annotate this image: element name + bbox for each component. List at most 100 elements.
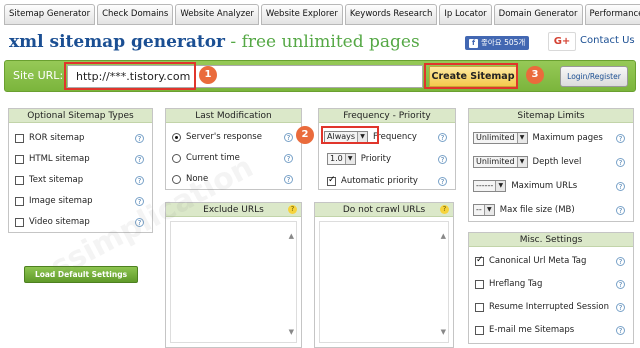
tab-website-explorer[interactable]: Website Explorer	[260, 4, 343, 25]
option-email-sitemaps[interactable]: E-mail me Sitemaps ?	[475, 323, 629, 337]
radio-label: None	[186, 174, 209, 184]
depth-level-select[interactable]: Unlimited ▼	[473, 156, 528, 168]
checkbox-icon[interactable]	[15, 196, 24, 206]
help-icon[interactable]: ?	[616, 133, 625, 143]
option-label: E-mail me Sitemaps	[489, 325, 575, 335]
title-free: free unlimited pages	[241, 32, 420, 52]
help-icon[interactable]: ?	[135, 175, 144, 185]
option-canonical-url[interactable]: Canonical Url Meta Tag ?	[475, 254, 629, 268]
checkbox-icon[interactable]	[475, 255, 484, 266]
scroll-up-icon[interactable]: ▲	[441, 232, 446, 240]
do-not-crawl-label: Do not crawl URLs	[342, 205, 426, 215]
limit-label: Depth level	[532, 157, 582, 167]
google-plus-button[interactable]: G+	[548, 32, 576, 51]
radio-icon[interactable]	[172, 174, 181, 184]
checkbox-icon[interactable]	[15, 154, 24, 164]
automatic-priority-option[interactable]: Automatic priority ?	[327, 174, 451, 188]
checkbox-icon[interactable]	[475, 325, 484, 335]
help-icon[interactable]: ?	[284, 153, 293, 163]
priority-select[interactable]: 1.0 ▼	[327, 153, 356, 165]
checkbox-icon[interactable]	[475, 302, 484, 312]
radio-icon[interactable]	[172, 153, 181, 163]
option-hreflang-tag[interactable]: Hreflang Tag ?	[475, 277, 629, 291]
chevron-down-icon: ▼	[516, 133, 527, 143]
help-icon[interactable]: ?	[616, 157, 625, 167]
help-icon[interactable]: ?	[616, 302, 625, 312]
facebook-like-button[interactable]: f 좋아요 505개	[465, 36, 530, 50]
radio-servers-response[interactable]: Server's response ?	[172, 130, 297, 144]
help-icon[interactable]: ?	[616, 205, 625, 215]
tab-domain-generator[interactable]: Domain Generator	[493, 4, 583, 25]
tab-keywords-research[interactable]: Keywords Research	[344, 4, 438, 25]
login-register-button[interactable]: Login/Register	[560, 66, 628, 87]
radio-icon[interactable]	[172, 132, 181, 142]
last-modification-panel: Last Modification Server's response ? Cu…	[165, 108, 302, 190]
load-default-settings-button[interactable]: Load Default Settings	[24, 266, 138, 283]
option-label: Text sitemap	[29, 175, 84, 185]
facebook-icon: f	[469, 38, 478, 48]
help-icon[interactable]: ?	[616, 256, 625, 266]
tab-check-domains[interactable]: Check Domains	[97, 4, 174, 25]
automatic-priority-label: Automatic priority	[341, 176, 418, 186]
checkbox-icon[interactable]	[475, 279, 484, 289]
contact-us-link[interactable]: Contact Us	[580, 35, 635, 46]
help-icon[interactable]: ?	[135, 217, 144, 227]
misc-settings-panel: Misc. Settings Canonical Url Meta Tag ? …	[468, 232, 634, 344]
checkbox-icon[interactable]	[327, 175, 336, 186]
help-icon[interactable]: ?	[135, 133, 144, 143]
help-icon[interactable]: ?	[135, 196, 144, 206]
option-ror-sitemap[interactable]: ROR sitemap ?	[15, 131, 148, 145]
option-label: HTML sitemap	[29, 154, 90, 164]
select-value: ------	[476, 181, 494, 190]
priority-row: 1.0 ▼ Priority ?	[327, 152, 451, 166]
checkbox-icon[interactable]	[15, 175, 24, 185]
chevron-down-icon: ▼	[483, 205, 494, 215]
facebook-like-label: 좋아요 505개	[481, 38, 526, 47]
annotation-box-url	[64, 62, 196, 90]
option-label: Video sitemap	[29, 217, 90, 227]
annotation-box-frequency	[321, 126, 379, 144]
option-text-sitemap[interactable]: Text sitemap ?	[15, 173, 148, 187]
sitemap-limits-title: Sitemap Limits	[469, 109, 633, 123]
scroll-down-icon[interactable]: ▼	[289, 328, 294, 336]
select-value: Unlimited	[476, 157, 515, 166]
maximum-urls-select[interactable]: ------ ▼	[473, 180, 507, 192]
help-icon[interactable]: ?	[616, 325, 625, 335]
tab-performance-test[interactable]: Performance Test	[584, 4, 640, 25]
checkbox-icon[interactable]	[15, 217, 24, 227]
help-icon[interactable]: ?	[284, 132, 293, 142]
exclude-urls-textarea[interactable]: ▲ ▼	[170, 221, 297, 343]
max-file-size-select[interactable]: -- ▼	[473, 204, 495, 216]
option-resume-session[interactable]: Resume Interrupted Session ?	[475, 300, 629, 314]
help-icon[interactable]: ?	[135, 154, 144, 164]
help-icon[interactable]: ?	[438, 176, 447, 186]
limit-maximum-urls: ------ ▼ Maximum URLs ?	[473, 179, 629, 193]
select-value: --	[476, 205, 482, 214]
option-html-sitemap[interactable]: HTML sitemap ?	[15, 152, 148, 166]
help-icon[interactable]: ?	[438, 132, 447, 142]
option-video-sitemap[interactable]: Video sitemap ?	[15, 215, 148, 229]
help-icon[interactable]: ?	[616, 181, 625, 191]
scroll-up-icon[interactable]: ▲	[289, 232, 294, 240]
tab-ip-locator[interactable]: Ip Locator	[439, 4, 492, 25]
radio-current-time[interactable]: Current time ?	[172, 151, 297, 165]
annotation-box-create	[424, 63, 518, 89]
help-icon[interactable]: ?	[284, 174, 293, 184]
help-icon[interactable]: ?	[616, 279, 625, 289]
checkbox-icon[interactable]	[15, 133, 24, 143]
exclude-urls-label: Exclude URLs	[203, 205, 264, 215]
radio-none[interactable]: None ?	[172, 172, 297, 186]
limit-label: Maximum URLs	[511, 181, 578, 191]
frequency-label: Frequency	[373, 132, 417, 142]
scroll-down-icon[interactable]: ▼	[441, 328, 446, 336]
option-image-sitemap[interactable]: Image sitemap ?	[15, 194, 148, 208]
help-icon[interactable]: ?	[440, 205, 449, 214]
tab-sitemap-generator[interactable]: Sitemap Generator	[4, 4, 96, 25]
tab-website-analyzer[interactable]: Website Analyzer	[175, 4, 259, 25]
select-value: Unlimited	[476, 133, 515, 142]
maximum-pages-select[interactable]: Unlimited ▼	[473, 132, 528, 144]
help-icon[interactable]: ?	[288, 205, 297, 214]
help-icon[interactable]: ?	[438, 154, 447, 164]
do-not-crawl-textarea[interactable]: ▲ ▼	[319, 221, 449, 343]
annotation-badge-2: 2	[296, 126, 314, 144]
